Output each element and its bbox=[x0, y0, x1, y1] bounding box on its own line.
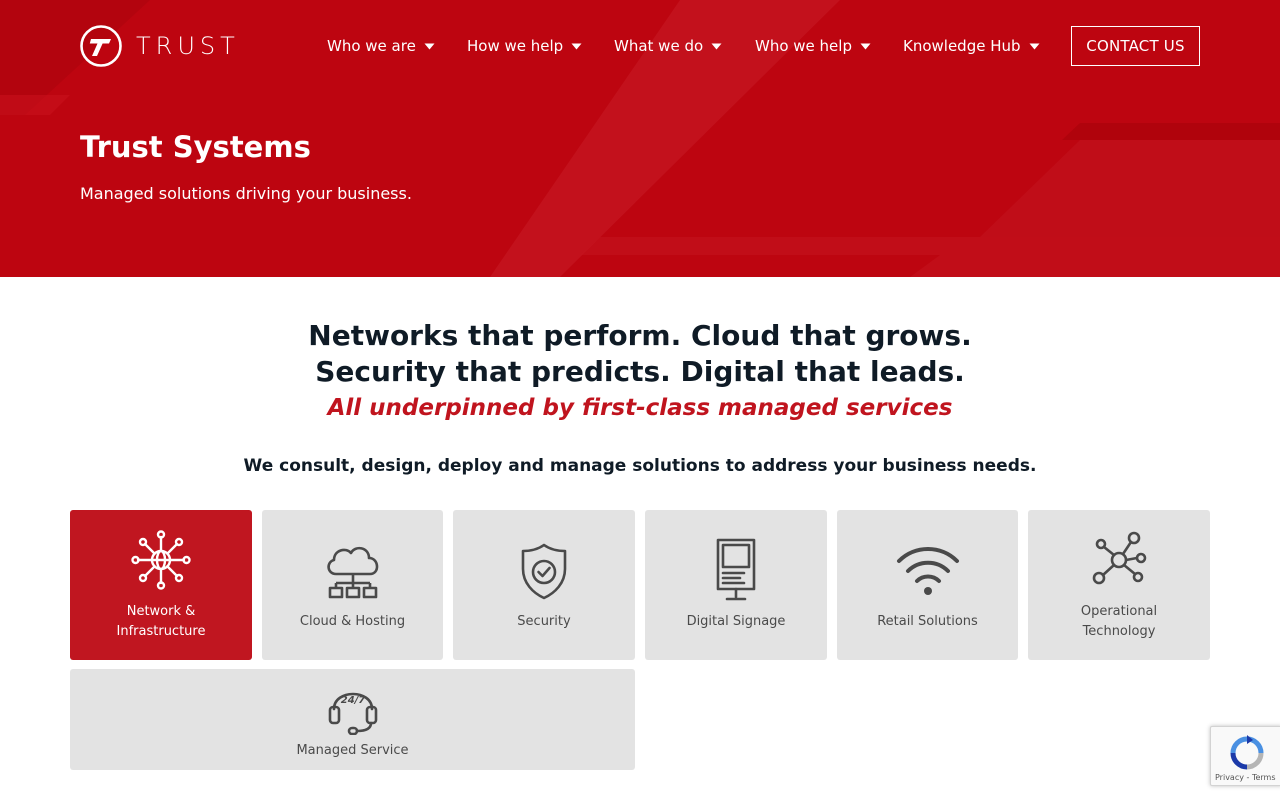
nav-item-how-we-help[interactable]: How we help bbox=[467, 33, 582, 59]
nav-item-what-we-do[interactable]: What we do bbox=[614, 33, 722, 59]
caret-down-icon bbox=[1029, 43, 1040, 49]
caret-down-icon bbox=[860, 43, 871, 49]
service-tile-label-line-2: Technology bbox=[1082, 624, 1156, 639]
service-tile-label: Cloud & Hosting bbox=[299, 614, 406, 629]
service-tile-label-line-1: Operational bbox=[1080, 604, 1158, 619]
service-tile-label: Digital Signage bbox=[686, 614, 786, 629]
service-tile-label: Network & Infrastructure bbox=[70, 602, 252, 642]
nav-item-who-we-help[interactable]: Who we help bbox=[755, 33, 871, 59]
hero-title: Trust Systems bbox=[80, 130, 311, 164]
logo-link[interactable]: TRUST bbox=[80, 25, 240, 67]
hub-nodes-icon bbox=[1092, 531, 1147, 585]
headset-24-7-text: 24/7 bbox=[340, 695, 365, 706]
recaptcha-badge[interactable]: Privacy - Terms bbox=[1210, 726, 1280, 786]
service-tile-label: Operational Technology bbox=[1028, 602, 1210, 642]
nav-item-who-we-are[interactable]: Who we are bbox=[327, 33, 435, 59]
kiosk-screen-icon bbox=[716, 538, 756, 601]
service-tile-operational-technology[interactable]: Operational Technology bbox=[1028, 510, 1210, 660]
service-tile-security[interactable]: Security bbox=[453, 510, 635, 660]
headline-line-2: Security that predicts. Digital that lea… bbox=[315, 355, 965, 388]
nav-item-label: Knowledge Hub bbox=[903, 37, 1021, 55]
nav-item-knowledge-hub[interactable]: Knowledge Hub bbox=[903, 33, 1040, 59]
service-tile-digital-signage[interactable]: Digital Signage bbox=[645, 510, 827, 660]
caret-down-icon bbox=[711, 43, 722, 49]
logo-text: TRUST bbox=[136, 32, 240, 60]
service-tile-managed-service[interactable]: 24/7 Managed Service bbox=[70, 669, 635, 770]
shield-check-icon bbox=[521, 543, 567, 600]
service-tile-retail-solutions[interactable]: Retail Solutions bbox=[837, 510, 1018, 660]
nav-item-label: Who we are bbox=[327, 37, 416, 55]
service-tile-cloud-hosting[interactable]: Cloud & Hosting bbox=[262, 510, 443, 660]
contact-us-button[interactable]: CONTACT US bbox=[1071, 26, 1200, 66]
service-tile-label-line-2: Infrastructure bbox=[116, 624, 206, 639]
main-headline: Networks that perform. Cloud that grows.… bbox=[0, 318, 1280, 390]
hero-banner: TRUST Who we are How we help What we do … bbox=[0, 0, 1280, 277]
recaptcha-icon bbox=[1230, 735, 1264, 770]
nav-item-label: How we help bbox=[467, 37, 564, 55]
hero-subtitle: Managed solutions driving your business. bbox=[80, 184, 412, 203]
nav-item-label: Who we help bbox=[755, 37, 852, 55]
service-tile-label: Managed Service bbox=[296, 743, 409, 758]
service-tile-network-infrastructure[interactable]: Network & Infrastructure bbox=[70, 510, 252, 660]
service-tile-label-line-1: Network & bbox=[126, 604, 196, 619]
tagline: All underpinned by first-class managed s… bbox=[327, 395, 953, 421]
headline-line-1: Networks that perform. Cloud that grows. bbox=[308, 319, 972, 352]
network-globe-icon bbox=[131, 530, 191, 590]
headset-24-7-icon: 24/7 bbox=[328, 692, 377, 735]
cloud-hosting-icon bbox=[326, 546, 378, 599]
service-tile-label: Security bbox=[517, 614, 571, 629]
caret-down-icon bbox=[571, 43, 582, 49]
trust-t-logo-icon bbox=[80, 25, 122, 67]
intro-text: We consult, design, deploy and manage so… bbox=[243, 456, 1037, 476]
wifi-icon bbox=[896, 547, 959, 595]
recaptcha-links[interactable]: Privacy - Terms bbox=[1215, 773, 1276, 782]
caret-down-icon bbox=[424, 43, 435, 49]
service-tile-label: Retail Solutions bbox=[877, 614, 978, 629]
nav-item-label: What we do bbox=[614, 37, 704, 55]
